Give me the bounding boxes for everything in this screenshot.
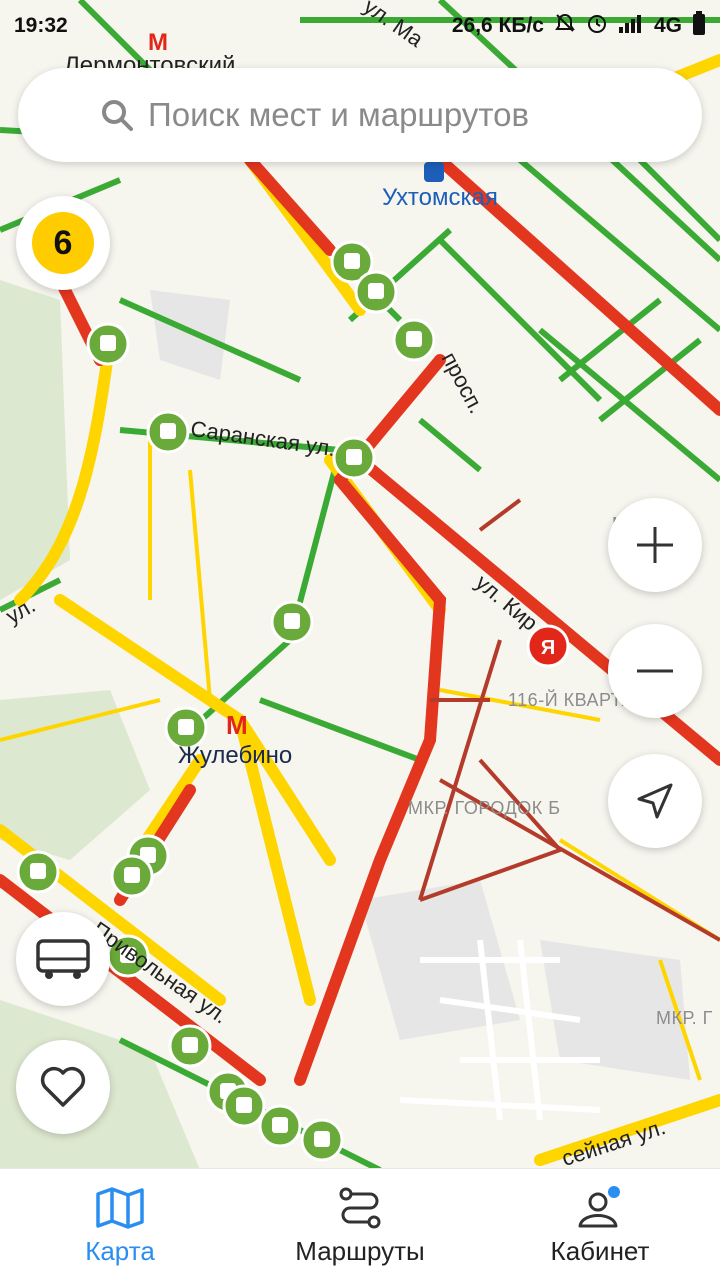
svg-text:Я: Я <box>541 637 555 659</box>
traffic-score-value: 6 <box>53 223 73 262</box>
zoom-out-button[interactable] <box>608 624 702 718</box>
profile-icon <box>578 1186 620 1228</box>
minus-icon <box>637 669 673 673</box>
bus-stop-marker[interactable] <box>16 850 60 894</box>
zoom-in-button[interactable] <box>608 498 702 592</box>
bus-stop-marker[interactable] <box>300 1118 344 1162</box>
nav-map-label: Карта <box>85 1236 155 1266</box>
metro-icon[interactable]: M <box>226 710 248 740</box>
mute-icon <box>554 12 576 40</box>
bus-stop-marker[interactable] <box>110 854 154 898</box>
bus-stop-marker[interactable] <box>146 410 190 454</box>
alarm-icon <box>586 12 608 40</box>
traffic-score-badge: 6 <box>32 212 94 274</box>
network-type: 4G <box>653 14 682 37</box>
nav-routes[interactable]: Маршруты <box>240 1169 480 1281</box>
bus-stop-marker[interactable] <box>258 1104 302 1148</box>
nav-map[interactable]: Карта <box>0 1169 240 1281</box>
bus-stop-marker[interactable] <box>332 436 376 480</box>
status-bar: 19:32 26,6 КБ/с 4G <box>0 0 720 52</box>
traffic-score-button[interactable]: 6 <box>16 196 110 290</box>
bus-stop-marker[interactable] <box>392 318 436 362</box>
status-time: 19:32 <box>14 14 68 37</box>
search-icon <box>102 100 133 131</box>
favorites-button[interactable] <box>16 1040 110 1134</box>
bus-stop-marker[interactable] <box>168 1024 212 1068</box>
map-icon <box>96 1187 144 1229</box>
navigation-arrow-icon <box>637 783 673 819</box>
nav-cabinet[interactable]: Кабинет <box>480 1169 720 1281</box>
bottom-navigation: Карта Маршруты Кабинет <box>0 1168 720 1281</box>
nav-routes-label: Маршруты <box>295 1236 425 1266</box>
search-bar[interactable]: Поиск мест и маршрутов <box>18 68 702 162</box>
bus-stop-marker[interactable] <box>270 600 314 644</box>
plus-icon <box>637 527 673 563</box>
bus-stop-marker[interactable] <box>222 1084 266 1128</box>
bus-icon <box>36 939 90 979</box>
transport-button[interactable] <box>16 912 110 1006</box>
bus-stop-marker[interactable] <box>354 270 398 314</box>
yandex-marker[interactable]: Я <box>526 624 570 668</box>
bus-stop-marker[interactable] <box>86 322 130 366</box>
my-location-button[interactable] <box>608 754 702 848</box>
status-speed: 26,6 КБ/с <box>451 14 544 37</box>
search-placeholder: Поиск мест и маршрутов <box>148 96 530 133</box>
map-label-mkr-g: МКР. Г <box>656 1008 713 1028</box>
map-label-gorodok: МКР. ГОРОДОК Б <box>408 798 561 818</box>
heart-icon <box>40 1066 86 1107</box>
nav-cabinet-label: Кабинет <box>550 1236 650 1266</box>
map-label-ukhtomskaya: Ухтомская <box>382 184 498 211</box>
signal-icon <box>618 13 644 39</box>
battery-icon <box>692 11 706 41</box>
map-label-zhulebino: Жулебино <box>178 742 293 769</box>
svg-text:M: M <box>226 710 248 740</box>
map-canvas[interactable]: M M Я <box>0 0 720 1170</box>
train-station-icon[interactable] <box>424 162 444 182</box>
route-icon <box>339 1187 381 1229</box>
